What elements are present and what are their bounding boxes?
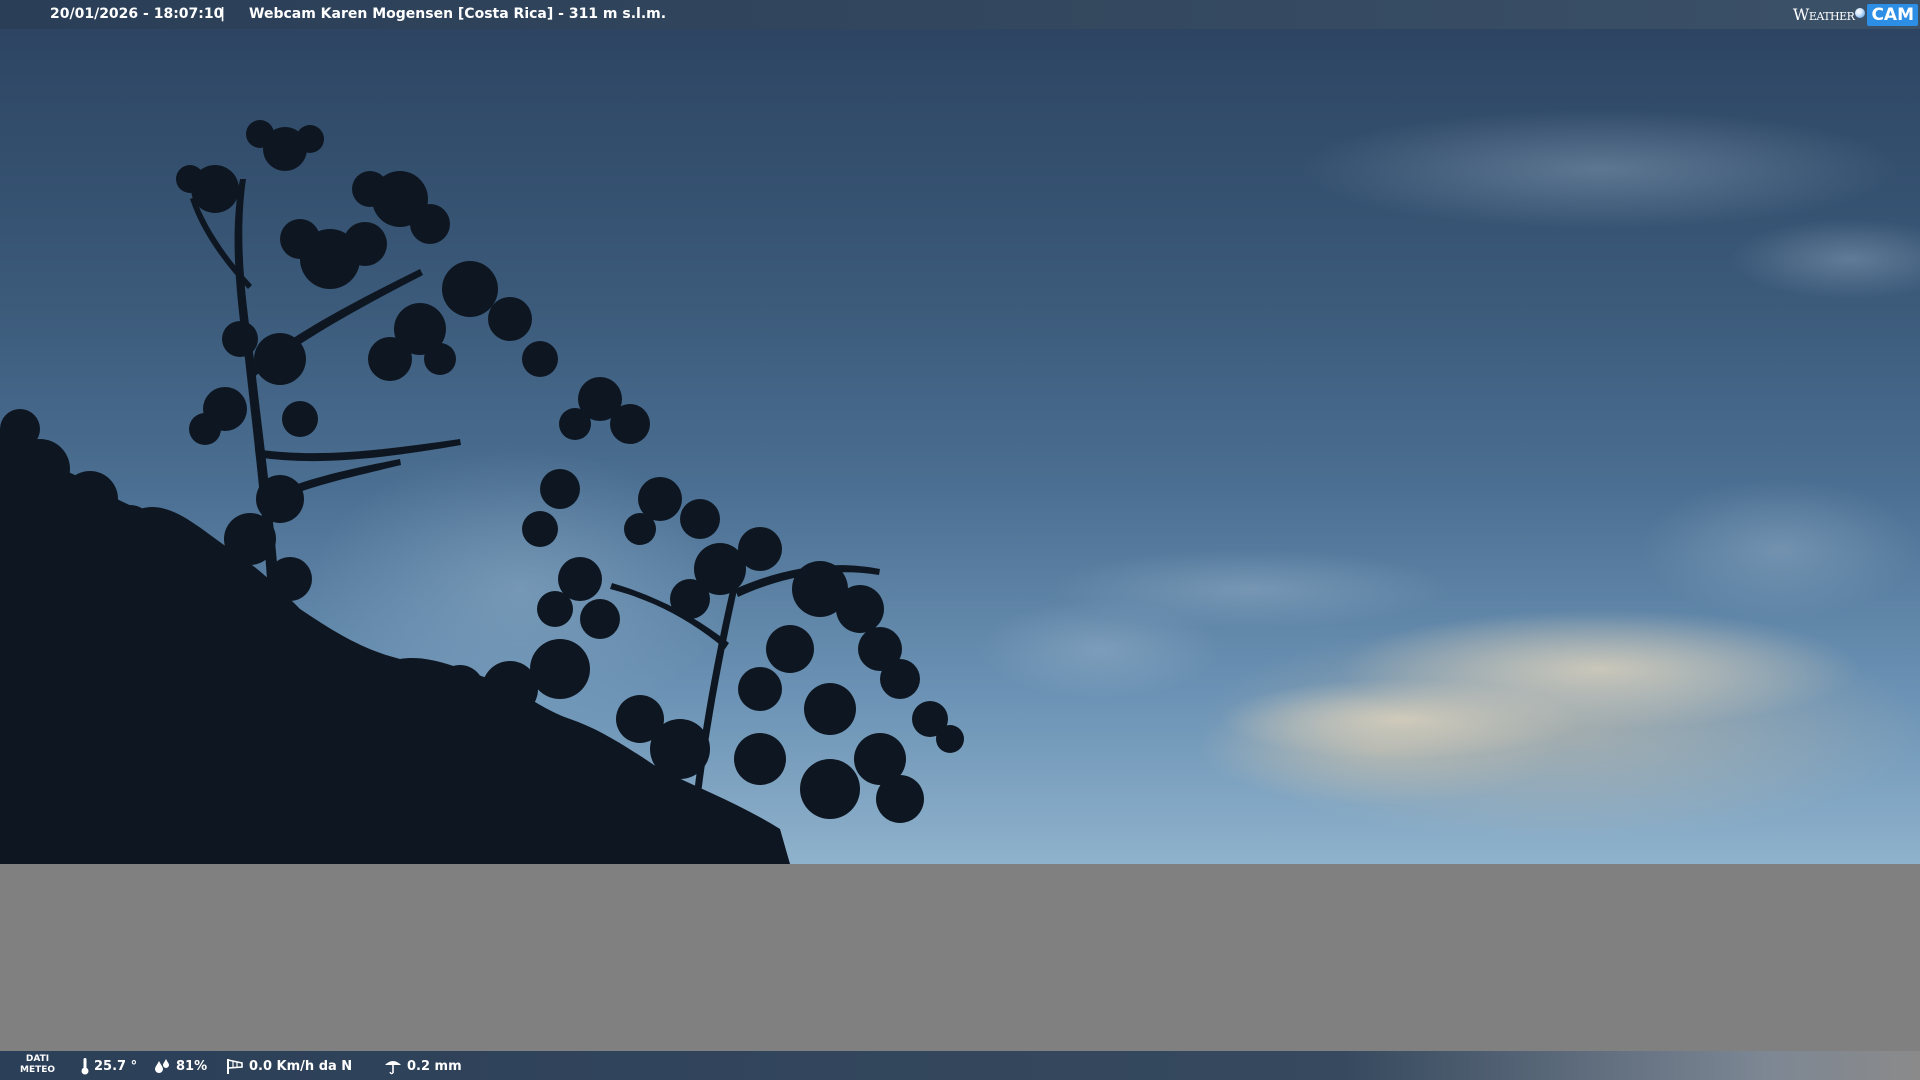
wind-sock-icon <box>227 1059 243 1074</box>
webcam-title: Webcam Karen Mogensen [Costa Rica] - 311… <box>249 6 667 22</box>
logo-word: Weather <box>1792 5 1855 24</box>
logo-globe-icon <box>1855 7 1866 18</box>
top-info-bar: 20/01/2026 - 18:07:10 | Webcam Karen Mog… <box>0 0 1920 29</box>
wind-value: 0.0 Km/h da N <box>249 1058 353 1074</box>
rain-value: 0.2 mm <box>407 1058 462 1074</box>
temperature-readout: 25.7 ° <box>80 1056 137 1076</box>
rain-gauge-icon <box>385 1061 401 1075</box>
weather-data-bar: DATI METEO 25.7 ° 81% 0.0 Km/h da N 0.2 … <box>0 1051 1920 1080</box>
clouds <box>980 109 1920 759</box>
webcam-view: 20/01/2026 - 18:07:10 | Webcam Karen Mog… <box>0 0 1920 1080</box>
humidity-drops-icon <box>155 1059 169 1073</box>
header-separator: | <box>220 6 226 22</box>
temperature-value: 25.7 ° <box>94 1058 138 1074</box>
weathercam-logo: Weather CAM <box>1793 2 1918 27</box>
dati-label-line1: DATI <box>25 1054 50 1064</box>
humidity-value: 81% <box>176 1058 208 1074</box>
weather-data-label: DATI METEO <box>20 1054 55 1076</box>
webcam-image <box>0 29 1920 864</box>
thermometer-icon <box>81 1058 89 1075</box>
landscape-silhouette <box>0 109 1920 864</box>
dati-label-line2: METEO <box>20 1065 56 1075</box>
masked-area <box>0 864 1920 1051</box>
humidity-readout: 81% <box>154 1056 207 1076</box>
wind-readout: 0.0 Km/h da N <box>225 1056 352 1076</box>
timestamp: 20/01/2026 - 18:07:10 <box>50 6 224 22</box>
logo-badge: CAM <box>1867 3 1918 26</box>
rain-readout: 0.2 mm <box>383 1056 462 1076</box>
